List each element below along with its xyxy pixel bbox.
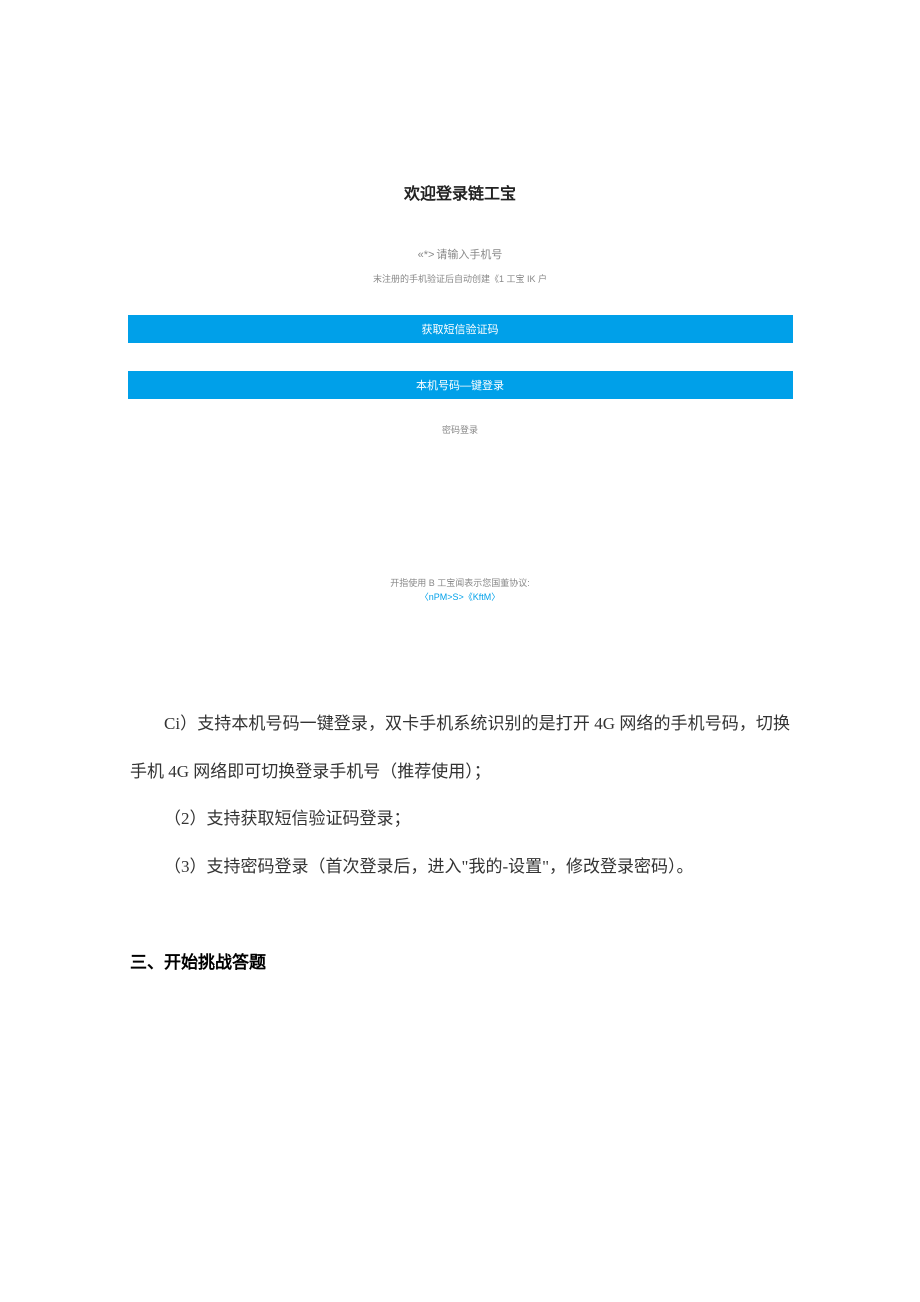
instruction-item-3: （3）支持密码登录（首次登录后，进入"我的-设置"，修改登录密码）。 bbox=[130, 843, 790, 891]
document-body: Ci）支持本机号码一键登录，双卡手机系统识别的是打开 4G 网络的手机号码，切换… bbox=[0, 0, 920, 973]
section-3-heading: 三、开始挑战答题 bbox=[130, 948, 790, 973]
instruction-item-2: （2）支持获取短信验证码登录； bbox=[130, 795, 790, 843]
instruction-item-1: Ci）支持本机号码一键登录，双卡手机系统识别的是打开 4G 网络的手机号码，切换… bbox=[130, 700, 790, 795]
